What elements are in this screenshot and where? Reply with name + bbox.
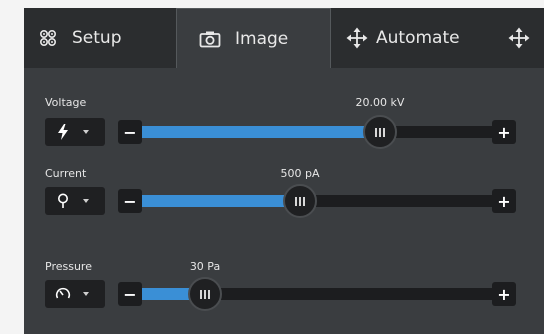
tab-bar: Setup Image Automate bbox=[24, 8, 544, 68]
current-slider-track[interactable] bbox=[142, 184, 492, 218]
grip-icon bbox=[200, 289, 210, 299]
pressure-increase-button[interactable]: + bbox=[492, 282, 516, 306]
voltage-slider-fill bbox=[142, 126, 380, 138]
gauge-icon bbox=[45, 286, 81, 302]
current-decrease-button[interactable]: − bbox=[118, 189, 142, 213]
grip-icon bbox=[375, 127, 385, 137]
control-panel: Setup Image Automate Voltage 20.00 kV − … bbox=[24, 8, 544, 334]
voltage-increase-button[interactable]: + bbox=[492, 120, 516, 144]
tab-image[interactable]: Image bbox=[176, 8, 331, 68]
chevron-down-icon bbox=[83, 292, 89, 296]
current-slider-thumb[interactable] bbox=[283, 184, 317, 218]
current-value: 500 pA bbox=[280, 167, 320, 180]
pressure-value: 30 Pa bbox=[189, 260, 221, 273]
current-increase-button[interactable]: + bbox=[492, 189, 516, 213]
current-dropdown[interactable] bbox=[45, 187, 105, 215]
current-label: Current bbox=[45, 167, 87, 180]
current-slider-fill bbox=[142, 195, 300, 207]
voltage-dropdown[interactable] bbox=[45, 118, 105, 146]
chevron-down-icon bbox=[83, 199, 89, 203]
voltage-slider-track[interactable] bbox=[142, 115, 492, 149]
tab-setup-label: Setup bbox=[72, 28, 122, 48]
tab-setup[interactable]: Setup bbox=[38, 8, 176, 68]
tab-more[interactable] bbox=[508, 8, 544, 68]
move-arrows-icon bbox=[346, 27, 368, 49]
move-arrows-icon bbox=[508, 27, 530, 49]
pressure-decrease-button[interactable]: − bbox=[118, 282, 142, 306]
chevron-down-icon bbox=[83, 130, 89, 134]
gear-cluster-icon bbox=[38, 28, 58, 48]
camera-icon bbox=[199, 30, 221, 48]
voltage-slider-thumb[interactable] bbox=[363, 115, 397, 149]
lightbulb-icon bbox=[45, 193, 81, 209]
voltage-value: 20.00 kV bbox=[355, 96, 405, 109]
grip-icon bbox=[295, 196, 305, 206]
pressure-dropdown[interactable] bbox=[45, 280, 105, 308]
voltage-decrease-button[interactable]: − bbox=[118, 120, 142, 144]
pressure-label: Pressure bbox=[45, 260, 92, 273]
voltage-label: Voltage bbox=[45, 96, 87, 109]
pressure-slider-track[interactable] bbox=[142, 277, 492, 311]
tab-automate-label: Automate bbox=[376, 28, 460, 48]
tab-image-label: Image bbox=[235, 28, 289, 49]
tab-automate[interactable]: Automate bbox=[346, 8, 516, 68]
pressure-slider-thumb[interactable] bbox=[188, 277, 222, 311]
lightning-bolt-icon bbox=[45, 124, 81, 140]
